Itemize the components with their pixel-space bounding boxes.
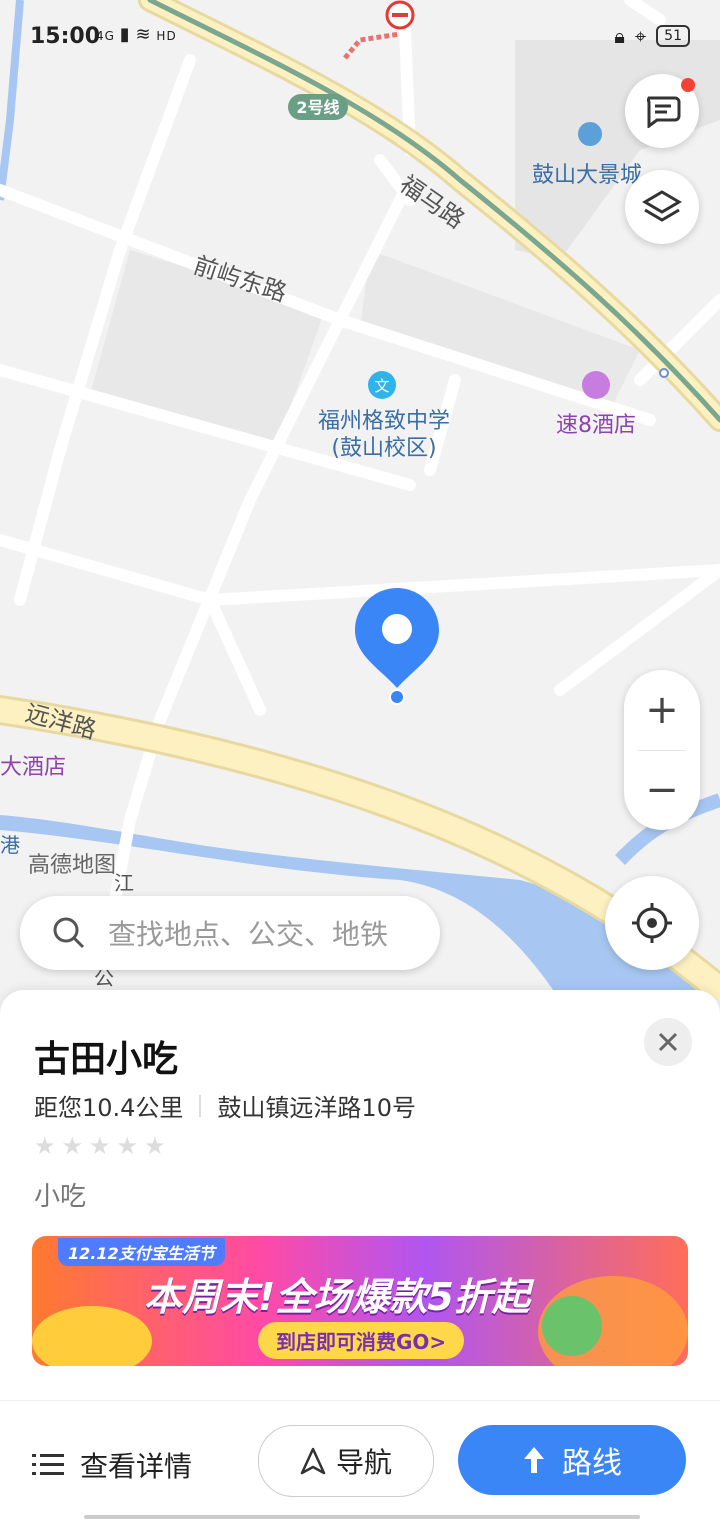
poi-label-gushan-dajingcheng[interactable]: 鼓山大景城 (532, 163, 642, 188)
bottom-action-bar: 查看详情 导航 路线 (0, 1400, 720, 1521)
status-right: 🔒︎ ⌖ 51 (614, 24, 690, 48)
banner-cta[interactable]: 到店即可消费GO> (258, 1322, 465, 1359)
wifi-icon: ≋ (135, 24, 152, 45)
route-arrow-icon (524, 1447, 544, 1473)
network-signal: 4G ▮ ≋ HD (96, 24, 177, 45)
star-icon: ★ (89, 1132, 111, 1160)
route-button[interactable]: 路线 (458, 1425, 686, 1495)
star-icon: ★ (116, 1132, 139, 1160)
message-button[interactable] (625, 74, 699, 148)
close-button[interactable] (644, 1018, 692, 1066)
banner-tag: 12.12支付宝生活节 (58, 1238, 225, 1266)
message-bubble-icon (646, 96, 681, 128)
star-icon: ★ (34, 1132, 56, 1160)
map-view[interactable]: 2号线 福马路 前屿东路 远洋路 鼓山大景城 文 福州格致中学 (鼓山校区) 速… (0, 0, 720, 1000)
metro-line-label: 2号线 (296, 98, 339, 117)
banner-decoration (32, 1306, 152, 1366)
locate-me-button[interactable] (605, 876, 699, 970)
poi-label-jiang: 江 (114, 871, 134, 895)
navigation-arrow-icon (300, 1447, 326, 1475)
signal-bars-icon: ▮ (119, 24, 131, 45)
place-distance: 距您10.4公里 (34, 1094, 184, 1122)
view-details-button[interactable]: 查看详情 (32, 1445, 192, 1485)
hotel-poi-icon[interactable] (582, 371, 610, 399)
network-type: 4G (96, 29, 115, 43)
banner-decoration (542, 1296, 602, 1356)
place-address: 鼓山镇远洋路10号 (217, 1094, 416, 1122)
battery-icon: 51 (656, 25, 690, 47)
poi-label-gezhi-campus[interactable]: (鼓山校区) (331, 436, 436, 461)
status-time: 15:00 (30, 24, 101, 49)
lock-icon: 🔒︎ (614, 24, 625, 48)
route-label: 路线 (562, 1446, 622, 1481)
location-icon: ⌖ (634, 24, 647, 48)
layers-button[interactable] (625, 170, 699, 244)
zoom-control: + − (624, 670, 700, 830)
star-icon: ★ (144, 1132, 166, 1160)
map-dot (659, 368, 669, 378)
meta-divider (199, 1094, 202, 1117)
promo-banner[interactable]: 12.12支付宝生活节 本周末!全场爆款5折起 到店即可消费GO> (32, 1236, 688, 1366)
traffic-event-bar (392, 13, 408, 17)
home-indicator (84, 1515, 640, 1519)
banner-headline: 本周末!全场爆款5折起 (144, 1275, 530, 1319)
place-meta: 距您10.4公里 鼓山镇远洋路10号 (34, 1088, 416, 1123)
star-icon: ★ (61, 1132, 84, 1160)
rating-stars: ★ ★ ★ ★ ★ (34, 1132, 166, 1160)
place-category: 小吃 (34, 1182, 87, 1212)
place-detail-card: 古田小吃 距您10.4公里 鼓山镇远洋路10号 ★ ★ ★ ★ ★ 小吃 12.… (0, 990, 720, 1400)
pin-anchor-dot (389, 689, 405, 705)
hd-label: HD (156, 29, 177, 43)
navigate-label: 导航 (335, 1446, 392, 1479)
poi-label-gang: 港 (0, 833, 20, 857)
poi-label-gezhi-school[interactable]: 福州格致中学 (318, 409, 450, 434)
search-icon (53, 917, 85, 949)
list-icon (32, 1454, 64, 1475)
navigate-button[interactable]: 导航 (258, 1425, 434, 1497)
notification-dot (681, 78, 695, 92)
zoom-divider (638, 750, 686, 751)
pin-center (382, 614, 412, 644)
poi-label-super8-hotel[interactable]: 速8酒店 (556, 413, 636, 438)
layers-icon (642, 190, 682, 222)
zoom-out-button[interactable]: − (624, 750, 700, 830)
search-bar[interactable]: 查找地点、公交、地铁 (20, 896, 440, 970)
view-details-label: 查看详情 (80, 1450, 193, 1483)
search-placeholder: 查找地点、公交、地铁 (108, 918, 389, 951)
map-watermark: 高德地图 (28, 853, 116, 878)
building-poi-icon[interactable] (578, 122, 602, 146)
poi-label-hotel[interactable]: 大酒店 (0, 755, 66, 780)
close-icon (658, 1032, 678, 1052)
zoom-in-button[interactable]: + (624, 670, 700, 750)
place-name: 古田小吃 (34, 1039, 179, 1080)
crosshair-icon (632, 903, 672, 943)
school-poi-glyph: 文 (374, 377, 389, 395)
status-bar: 15:00 4G ▮ ≋ HD 🔒︎ ⌖ 51 (30, 20, 690, 54)
